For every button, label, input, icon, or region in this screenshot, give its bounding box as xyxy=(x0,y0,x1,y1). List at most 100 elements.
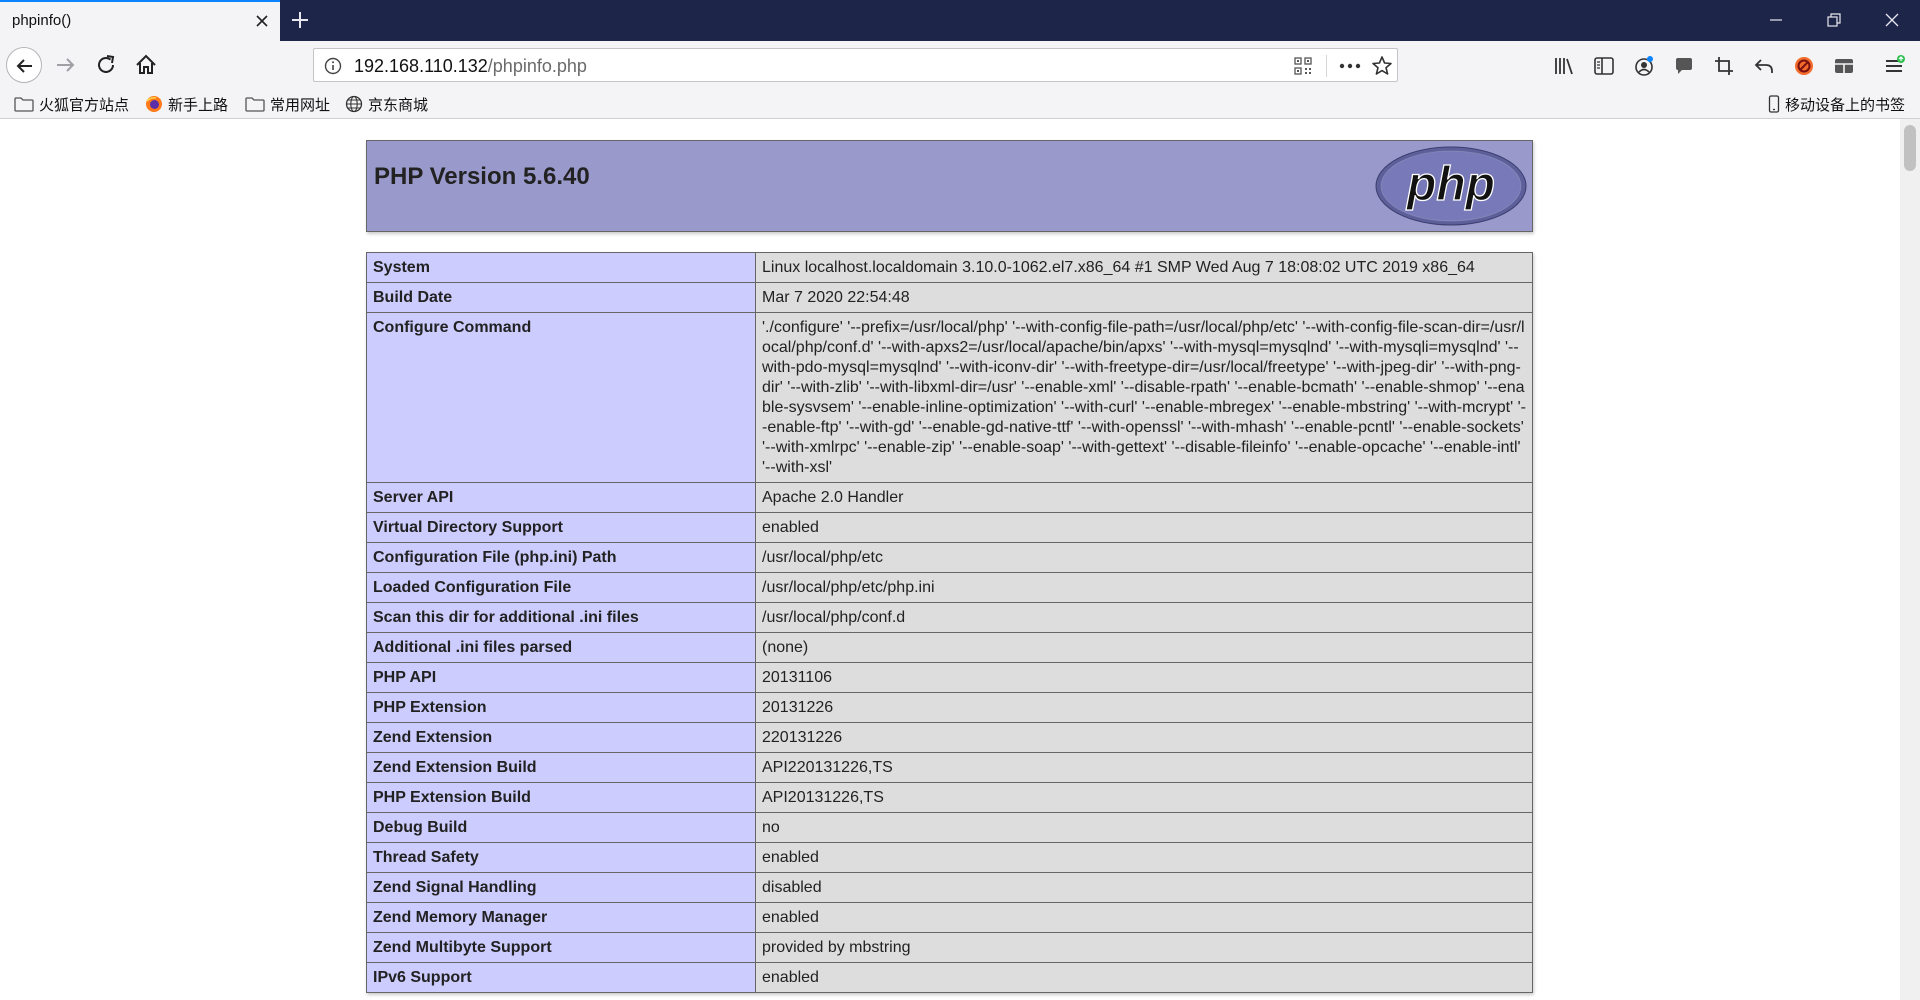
back-button[interactable] xyxy=(6,47,42,83)
account-icon[interactable] xyxy=(1633,55,1655,77)
vertical-scrollbar[interactable] xyxy=(1900,119,1920,1000)
php-info-table: System Linux localhost.localdomain 3.10.0… xyxy=(366,252,1533,993)
row-value: Linux localhost.localdomain 3.10.0-1062.… xyxy=(755,252,1533,283)
url-separator xyxy=(1326,55,1327,77)
url-path: /phpinfo.php xyxy=(487,56,587,76)
row-value: API20131226,TS xyxy=(755,782,1533,813)
row-key: System xyxy=(366,252,756,283)
screenshot-crop-icon[interactable] xyxy=(1713,55,1735,77)
bookmarks-bar: 火狐官方站点 新手上路 常用网址 京东商城 移动设备上的书签 xyxy=(0,89,1920,119)
table-row: PHP Extension Build API20131226,TS xyxy=(366,782,1533,813)
table-row: Zend Extension 220131226 xyxy=(366,722,1533,753)
menu-icon[interactable] xyxy=(1883,55,1905,77)
row-value: './configure' '--prefix=/usr/local/php' … xyxy=(755,312,1533,483)
row-value: /usr/local/php/conf.d xyxy=(755,602,1533,633)
table-row: PHP API 20131106 xyxy=(366,662,1533,693)
row-key: Debug Build xyxy=(366,812,756,843)
bookmark-label: 常用网址 xyxy=(270,96,331,114)
row-value: no xyxy=(755,812,1533,843)
row-key: Scan this dir for additional .ini files xyxy=(366,602,756,633)
row-key: PHP Extension Build xyxy=(366,782,756,813)
bookmark-item[interactable]: 京东商城 xyxy=(345,94,428,114)
row-value: enabled xyxy=(755,962,1533,993)
scrollbar-thumb[interactable] xyxy=(1904,125,1916,171)
reload-button[interactable] xyxy=(92,51,120,79)
php-version-header: PHP Version 5.6.40 php xyxy=(366,140,1533,232)
bookmark-item[interactable]: 火狐官方站点 xyxy=(14,94,129,114)
page-title: PHP Version 5.6.40 xyxy=(374,163,590,190)
table-row: System Linux localhost.localdomain 3.10.0… xyxy=(366,252,1533,283)
row-key: PHP API xyxy=(366,662,756,693)
arrow-left-icon xyxy=(16,59,32,73)
table-row: Configure Command './configure' '--prefix… xyxy=(366,312,1533,483)
row-key: Virtual Directory Support xyxy=(366,512,756,543)
url-text[interactable]: 192.168.110.132/phpinfo.php xyxy=(354,56,587,77)
close-window-icon[interactable] xyxy=(1884,12,1900,28)
row-key: Zend Memory Manager xyxy=(366,902,756,933)
bookmark-label: 新手上路 xyxy=(168,96,229,114)
table-row: Zend Multibyte Support provided by mbstri… xyxy=(366,932,1533,963)
row-value: enabled xyxy=(755,842,1533,873)
row-key: Configuration File (php.ini) Path xyxy=(366,542,756,573)
row-value: enabled xyxy=(755,512,1533,543)
bookmark-label: 京东商城 xyxy=(368,96,429,114)
restore-icon[interactable] xyxy=(1826,12,1842,28)
tab-title: phpinfo() xyxy=(12,12,72,29)
chat-icon[interactable] xyxy=(1673,55,1695,77)
table-row: Zend Memory Manager enabled xyxy=(366,902,1533,933)
table-row: Thread Safety enabled xyxy=(366,842,1533,873)
info-icon[interactable] xyxy=(324,57,342,75)
row-key: Zend Multibyte Support xyxy=(366,932,756,963)
row-key: Thread Safety xyxy=(366,842,756,873)
library-icon[interactable] xyxy=(1553,55,1575,77)
row-value: 20131106 xyxy=(755,662,1533,693)
table-row: Loaded Configuration File/usr/local/php/… xyxy=(366,572,1533,603)
undo-icon[interactable] xyxy=(1753,55,1775,77)
firefox-icon xyxy=(146,96,162,112)
row-key: Additional .ini files parsed xyxy=(366,632,756,663)
more-actions-icon[interactable] xyxy=(1336,57,1364,75)
url-bar[interactable]: 192.168.110.132/phpinfo.php xyxy=(313,48,1398,82)
new-tab-icon[interactable] xyxy=(290,10,310,30)
row-value: provided by mbstring xyxy=(755,932,1533,963)
close-tab-icon[interactable] xyxy=(254,13,270,29)
row-value: Mar 7 2020 22:54:48 xyxy=(755,282,1533,313)
row-key: Zend Extension Build xyxy=(366,752,756,783)
table-row: Server API Apache 2.0 Handler xyxy=(366,482,1533,513)
mobile-bookmarks[interactable]: 移动设备上的书签 xyxy=(1768,94,1905,114)
row-value: /usr/local/php/etc xyxy=(755,542,1533,573)
bookmark-label: 火狐官方站点 xyxy=(39,96,130,114)
php-logo-icon: php xyxy=(1375,146,1527,226)
row-value: Apache 2.0 Handler xyxy=(755,482,1533,513)
table-row: Debug Build no xyxy=(366,812,1533,843)
row-value: enabled xyxy=(755,902,1533,933)
nav-toolbar: 192.168.110.132/phpinfo.php xyxy=(0,41,1920,89)
qr-code-icon[interactable] xyxy=(1294,57,1312,75)
row-value: 220131226 xyxy=(755,722,1533,753)
minimize-icon[interactable] xyxy=(1768,12,1784,28)
sidebar-icon[interactable] xyxy=(1593,55,1615,77)
row-key: Server API xyxy=(366,482,756,513)
bookmark-star-icon[interactable] xyxy=(1371,55,1393,77)
home-button[interactable] xyxy=(132,51,160,79)
table-row: IPv6 Support enabled xyxy=(366,962,1533,993)
php-logo-text: php xyxy=(1405,158,1495,211)
tab-phpinfo[interactable]: phpinfo() xyxy=(0,0,280,41)
globe-icon xyxy=(345,95,363,113)
page-content: PHP Version 5.6.40 php System Linux local… xyxy=(0,119,1900,1000)
bookmark-item[interactable]: 新手上路 xyxy=(145,94,228,114)
table-row: Configuration File (php.ini) Path/usr/lo… xyxy=(366,542,1533,573)
block-addon-icon[interactable] xyxy=(1793,55,1815,77)
mobile-bookmarks-label: 移动设备上的书签 xyxy=(1785,96,1906,114)
row-value: 20131226 xyxy=(755,692,1533,723)
row-value: /usr/local/php/etc/php.ini xyxy=(755,572,1533,603)
table-row: Zend Signal Handling disabled xyxy=(366,872,1533,903)
extension-icon[interactable] xyxy=(1833,55,1855,77)
bookmark-item[interactable]: 常用网址 xyxy=(245,94,330,114)
forward-button[interactable] xyxy=(52,51,80,79)
row-key: Loaded Configuration File xyxy=(366,572,756,603)
row-value: disabled xyxy=(755,872,1533,903)
row-key: PHP Extension xyxy=(366,692,756,723)
row-value: API220131226,TS xyxy=(755,752,1533,783)
row-key: Build Date xyxy=(366,282,756,313)
